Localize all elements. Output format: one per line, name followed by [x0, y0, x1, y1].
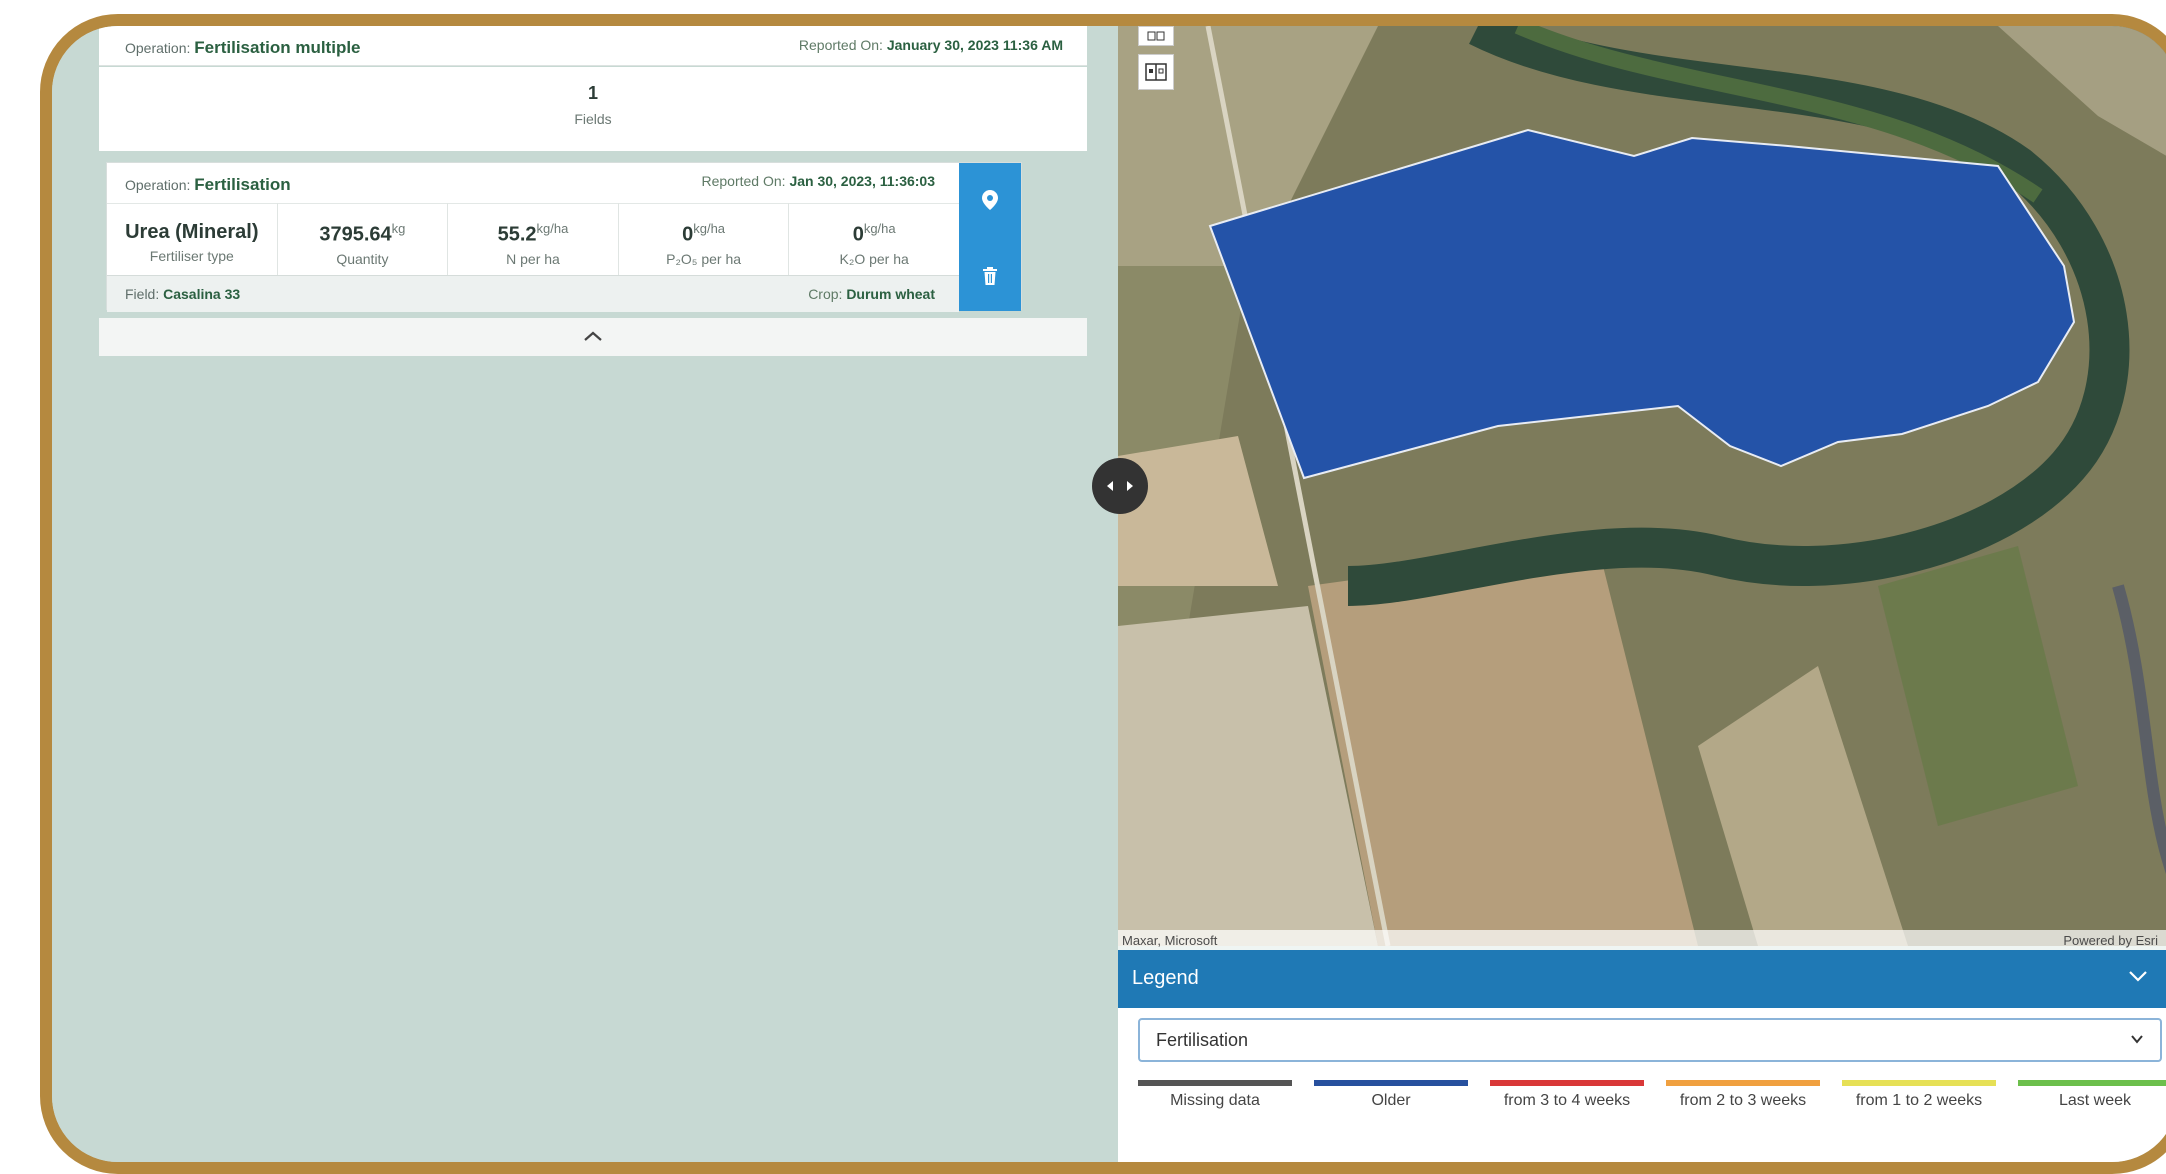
attribution-esri: Powered by Esri	[2063, 933, 2158, 948]
collapse-button[interactable]	[99, 318, 1087, 356]
stat-fertiliser-type: Urea (Mineral) Fertiliser type	[107, 203, 278, 275]
map-pin-icon	[982, 190, 998, 210]
operation-reported-date: January 30, 2023 11:36 AM	[886, 37, 1063, 53]
grid-icon	[1147, 31, 1165, 41]
attribution-source: Maxar, Microsoft	[1122, 933, 1218, 948]
legend-layer-select[interactable]: Fertilisation	[1138, 1018, 2162, 1062]
operation-reported: Reported On: January 30, 2023 11:36 AM	[798, 37, 1063, 53]
app-frame: Operation: Fertilisation multiple Report…	[40, 14, 2166, 1174]
legend-items: Missing data Older from 3 to 4 weeks fro…	[1138, 1080, 2166, 1110]
operations-panel: Operation: Fertilisation multiple Report…	[52, 26, 1110, 1162]
split-divider-handle[interactable]	[1092, 458, 1148, 514]
fields-summary: 1 Fields	[99, 67, 1087, 151]
stat-quantity: 3795.64kg Quantity	[278, 203, 449, 275]
stat-k2o-per-ha: 0kg/ha K₂O per ha	[839, 221, 909, 267]
arrow-left-icon	[1107, 481, 1113, 491]
sub-operation-card: Operation: Fertilisation Reported On: Ja…	[106, 162, 1022, 312]
stat-p2o5-per-ha: 0kg/ha P₂O₅ per ha	[619, 203, 790, 275]
satellite-image	[1118, 26, 2166, 946]
sub-operation-reported-date: Jan 30, 2023, 11:36:03	[789, 173, 935, 189]
split-view-button[interactable]	[1138, 54, 1174, 90]
field-info: Field: Casalina 33	[125, 286, 241, 302]
fields-label: Fields	[574, 111, 612, 127]
sub-operation-label: Operation: Fertilisation	[125, 175, 291, 194]
legend-item-2-3-weeks: from 2 to 3 weeks	[1666, 1080, 1820, 1110]
map-attribution: Maxar, Microsoft Powered by Esri	[1118, 930, 2166, 950]
legend-swatch	[1138, 1080, 1292, 1086]
basemap-toggle-button[interactable]	[1138, 26, 1174, 46]
legend-header[interactable]: Legend	[1118, 950, 2166, 1008]
delete-button[interactable]	[959, 251, 1021, 301]
arrow-right-icon	[1127, 481, 1133, 491]
chevron-up-icon	[584, 331, 602, 341]
locate-button[interactable]	[959, 175, 1021, 225]
sub-operation-footer: Field: Casalina 33 Crop: Durum wheat	[107, 275, 959, 312]
select-chevron-icon	[2131, 1035, 2143, 1044]
fields-count: 1	[587, 83, 598, 103]
operation-name: Fertilisation multiple	[194, 38, 361, 57]
chevron-down-icon	[2129, 971, 2147, 982]
crop-info: Crop: Durum wheat	[808, 286, 935, 302]
legend-swatch	[2018, 1080, 2166, 1086]
legend-item-missing-data: Missing data	[1138, 1080, 1292, 1110]
crop-name: Durum wheat	[846, 286, 935, 302]
legend-title: Legend	[1132, 967, 1199, 989]
map-toolbar	[1138, 26, 1174, 98]
card-actions	[959, 163, 1021, 311]
legend-item-older: Older	[1314, 1080, 1468, 1110]
legend-swatch	[1666, 1080, 1820, 1086]
split-view-icon	[1145, 63, 1167, 81]
trash-icon	[983, 267, 997, 285]
stat-n-per-ha: 55.2kg/ha N per ha	[448, 203, 619, 275]
sub-operation-name: Fertilisation	[194, 175, 291, 194]
legend-item-1-2-weeks: from 1 to 2 weeks	[1842, 1080, 1996, 1110]
legend-panel: Fertilisation Missing data Older from 3 …	[1118, 1008, 2166, 1162]
field-name: Casalina 33	[163, 286, 241, 302]
stats-row: Urea (Mineral) Fertiliser type 3795.64kg…	[107, 203, 959, 275]
operation-header: Operation: Fertilisation multiple Report…	[99, 26, 1087, 66]
legend-swatch	[1314, 1080, 1468, 1086]
legend-selected-value: Fertilisation	[1156, 1030, 1249, 1050]
sub-operation-header: Operation: Fertilisation Reported On: Ja…	[107, 163, 959, 204]
legend-item-last-week: Last week	[2018, 1080, 2166, 1110]
legend-item-3-4-weeks: from 3 to 4 weeks	[1490, 1080, 1644, 1110]
legend-swatch	[1490, 1080, 1644, 1086]
operation-label: Operation: Fertilisation multiple	[125, 38, 361, 57]
legend-swatch	[1842, 1080, 1996, 1086]
sub-operation-reported: Reported On: Jan 30, 2023, 11:36:03	[701, 173, 935, 189]
map-view[interactable]	[1118, 26, 2166, 946]
